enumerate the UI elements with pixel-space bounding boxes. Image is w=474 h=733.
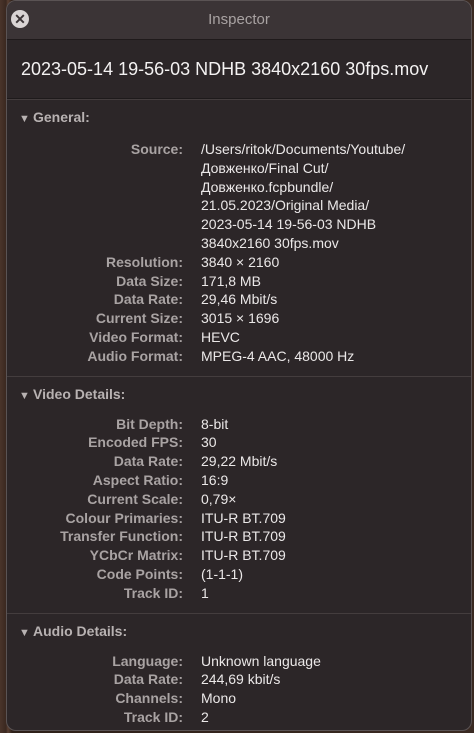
window-title: Inspector	[208, 11, 270, 28]
row-label: Data Rate:	[113, 453, 183, 470]
row-value: 3840 × 2160	[201, 253, 280, 270]
row-label: Transfer Function:	[60, 528, 183, 545]
info-row: Channels: Mono	[7, 689, 471, 708]
info-row: Data Size: 171,8 MB	[7, 272, 471, 291]
info-row: Transfer Function: ITU-R BT.709	[7, 527, 471, 546]
row-label: Audio Format:	[87, 347, 183, 364]
row-label: Track ID:	[123, 708, 183, 725]
info-row: Data Rate: 29,46 Mbit/s	[7, 290, 471, 309]
row-label: Language:	[112, 652, 183, 669]
title-bar[interactable]: ✕ Inspector	[7, 1, 471, 40]
row-label: Video Format:	[89, 328, 183, 345]
section-video-title: Video Details:	[33, 385, 126, 402]
row-value: ITU-R BT.709	[201, 509, 286, 526]
row-value: 29,46 Mbit/s	[201, 291, 278, 308]
section-video-details: ▼ Video Details: Bit Depth: 8-bit Encoded …	[7, 375, 471, 613]
row-value: 3015 × 1696	[201, 310, 280, 327]
info-row: Encoded FPS: 30	[7, 433, 471, 452]
chevron-down-icon[interactable]: ▼	[19, 102, 33, 136]
section-audio-toggle[interactable]: ▼ Audio Details:	[7, 614, 471, 648]
section-general-toggle[interactable]: ▼ General:	[7, 100, 471, 134]
row-label: Aspect Ratio:	[92, 471, 183, 488]
row-label: YCbCr Matrix:	[89, 547, 183, 564]
info-row: Code Points: (1-1-1)	[7, 565, 471, 584]
row-value: Unknown language	[201, 652, 321, 669]
chevron-down-icon[interactable]: ▼	[19, 616, 33, 650]
row-label: Current Size:	[95, 310, 183, 327]
row-value: 0,79×	[201, 490, 237, 507]
inspector-window: ✕ Inspector 2023-05-14 19-56-03 NDHB 384…	[6, 0, 472, 731]
row-label: Current Scale:	[87, 490, 183, 507]
row-value: 244,69 kbit/s	[201, 671, 281, 688]
info-row: Audio Format: MPEG-4 AAC, 48000 Hz	[7, 347, 471, 366]
chevron-down-icon[interactable]: ▼	[19, 379, 33, 413]
info-row: Current Size: 3015 × 1696	[7, 309, 471, 328]
row-label: Code Points:	[96, 565, 183, 582]
info-row: Colour Primaries: ITU-R BT.709	[7, 509, 471, 528]
row-value: HEVC	[201, 328, 240, 345]
info-row: Track ID: 1	[7, 584, 471, 603]
row-label: Data Rate:	[113, 291, 183, 308]
row-value: (1-1-1)	[201, 565, 244, 582]
row-value: 16:9	[201, 471, 229, 488]
row-value: 29,22 Mbit/s	[201, 453, 278, 470]
info-row: Data Rate: 244,69 kbit/s	[7, 670, 471, 689]
row-label: Data Size:	[116, 272, 183, 289]
row-value: MPEG-4 AAC, 48000 Hz	[201, 347, 355, 364]
row-value: 30	[201, 434, 217, 451]
row-value: ITU-R BT.709	[201, 547, 286, 564]
info-row: Video Format: HEVC	[7, 328, 471, 347]
row-value: Mono	[201, 690, 237, 707]
file-name: 2023-05-14 19-56-03 NDHB 3840x2160 30fps…	[7, 40, 471, 99]
row-label: Colour Primaries:	[65, 509, 183, 526]
section-video-toggle[interactable]: ▼ Video Details:	[7, 377, 471, 411]
row-label: Encoded FPS:	[88, 434, 183, 451]
row-label: Track ID:	[123, 584, 183, 601]
info-row: Source: /Users/ritok/Documents/Youtube/ Д…	[7, 140, 471, 253]
section-audio-details: ▼ Audio Details: Language: Unknown languag…	[7, 612, 471, 730]
info-row: Resolution: 3840 × 2160	[7, 253, 471, 272]
section-audio-title: Audio Details:	[33, 622, 128, 639]
info-row: Bit Depth: 8-bit	[7, 415, 471, 434]
row-label: Resolution:	[106, 253, 183, 270]
info-row: Current Scale: 0,79×	[7, 490, 471, 509]
info-row: Aspect Ratio: 16:9	[7, 471, 471, 490]
info-row: YCbCr Matrix: ITU-R BT.709	[7, 546, 471, 565]
info-row: Language: Unknown language	[7, 652, 471, 671]
section-general: ▼ General: Source: /Users/ritok/Documents/…	[7, 99, 471, 376]
info-row: Track ID: 2	[7, 708, 471, 727]
row-value: 1	[201, 584, 209, 601]
row-value: /Users/ritok/Documents/Youtube/ Довженко…	[201, 141, 406, 251]
row-label: Bit Depth:	[116, 415, 183, 432]
row-value: 8-bit	[201, 415, 229, 432]
row-value: ITU-R BT.709	[201, 528, 286, 545]
row-value: 2	[201, 708, 209, 725]
section-general-title: General:	[33, 109, 90, 125]
info-row: Data Rate: 29,22 Mbit/s	[7, 452, 471, 471]
row-label: Channels:	[115, 690, 183, 707]
row-label: Data Rate:	[113, 671, 183, 688]
row-value: 171,8 MB	[201, 272, 261, 289]
row-label: Source:	[130, 141, 183, 157]
